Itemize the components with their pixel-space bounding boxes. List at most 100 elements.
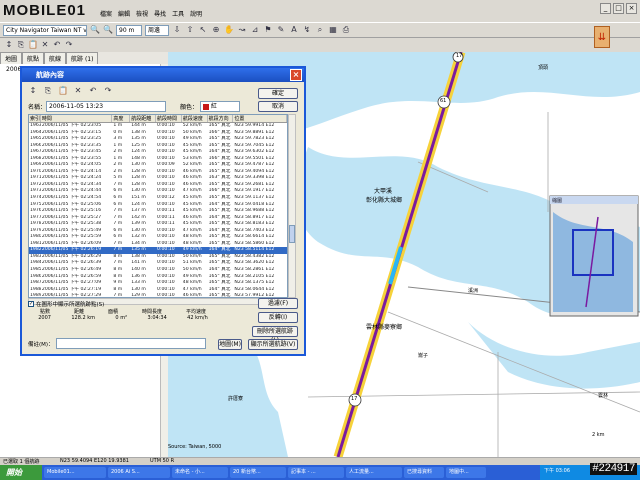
menu-help[interactable]: 說明 — [190, 9, 202, 19]
redo-icon[interactable]: ↷ — [64, 40, 74, 50]
close-icon[interactable]: × — [626, 3, 637, 14]
waypoint-icon[interactable]: ⚑ — [263, 25, 273, 35]
route-icon[interactable]: ↝ — [237, 25, 247, 35]
table-header: 索引 時間 高度 航段距離 航段時間 航段速度 航段方向 位置 — [29, 115, 287, 123]
invert-button[interactable]: 反轉(I) — [258, 312, 298, 323]
column-header[interactable]: 索引 — [29, 115, 41, 122]
map-source: Source: Taiwan, 5000 — [168, 444, 222, 450]
status-right: UTM 50 R — [150, 458, 175, 464]
title-bar: MOBILE01 檔案 編輯 檢視 尋找 工具 說明 _ □ × — [0, 0, 640, 22]
hand-icon[interactable]: ✋ — [224, 25, 234, 35]
map-label: 大甲溪 — [374, 188, 393, 195]
taskbar-item[interactable]: Mobile01... — [44, 467, 106, 478]
column-header[interactable]: 航段速度 — [182, 115, 208, 122]
taskbar-item[interactable]: 地圖中... — [446, 467, 486, 478]
filter-button[interactable]: 過濾(F) — [258, 298, 298, 309]
maximize-button[interactable]: □ — [613, 3, 624, 14]
delete-icon[interactable]: ✕ — [73, 86, 83, 96]
label-icon[interactable]: A — [289, 25, 299, 35]
taskbar-item[interactable]: 未命名 - 小... — [172, 467, 228, 478]
close-icon[interactable]: × — [290, 69, 302, 81]
cancel-button[interactable]: 取消 — [258, 101, 298, 112]
copy-icon[interactable]: ⎘ — [16, 40, 26, 50]
road-label: 17 — [456, 53, 463, 59]
color-select[interactable]: 紅 — [200, 101, 240, 112]
name-label: 名稱： — [28, 104, 47, 111]
taskbar-item[interactable]: 2006 Ai S... — [108, 467, 170, 478]
summary-value: 0 m² — [115, 315, 128, 321]
print-icon[interactable]: ⎙ — [341, 25, 351, 35]
tab-waypoints[interactable]: 航點 — [22, 52, 45, 64]
taskbar-item[interactable]: 人工流量... — [346, 467, 402, 478]
summary-header: 時間長度 — [141, 309, 162, 315]
zoom-out-icon[interactable]: 🔍 — [103, 25, 113, 35]
summary-value: 128.2 km — [71, 315, 96, 321]
map-label: 崙子 — [418, 353, 429, 359]
tab-tracks[interactable]: 航跡 (1) — [66, 52, 99, 64]
copy-icon[interactable]: ⎘ — [43, 86, 53, 96]
scrollbar-thumb[interactable] — [289, 225, 295, 243]
delete-icon[interactable]: ✕ — [40, 40, 50, 50]
undo-icon[interactable]: ↶ — [88, 86, 98, 96]
sidebar-item-track[interactable]: 2006 — [6, 66, 21, 73]
column-header[interactable]: 時間 — [41, 115, 113, 122]
track-icon[interactable]: ✎ — [276, 25, 286, 35]
show-selected-button[interactable]: 顯示所選航跡(V) — [248, 339, 298, 350]
menu-edit[interactable]: 編輯 — [118, 9, 130, 19]
map-label: 頂頭 — [538, 65, 549, 71]
track-properties-dialog: 航跡內容 × ↕ ⎘ 📋 ✕ ↶ ↷ 確定 名稱： 2006-11-05 13:… — [20, 66, 306, 356]
paste-icon[interactable]: 📋 — [58, 86, 68, 96]
measure-icon[interactable]: ⊿ — [250, 25, 260, 35]
inset-titlebar — [550, 196, 638, 204]
delete-selected-button[interactable]: 刪除所選航跡(L) — [252, 326, 298, 344]
column-header[interactable]: 位置 — [233, 115, 287, 122]
menu-file[interactable]: 檔案 — [100, 9, 112, 19]
find-icon[interactable]: ⌕ — [315, 25, 325, 35]
summary-value: 42 km/h — [187, 315, 208, 321]
dialog-toolbar: ↕ ⎘ 📋 ✕ ↶ ↷ — [28, 86, 113, 96]
redo-icon[interactable]: ↷ — [103, 86, 113, 96]
main-toolbar: City Navigator Taiwan NT v3.0 🔍 🔍 90 m 周… — [0, 22, 640, 38]
tab-routes[interactable]: 航線 — [44, 52, 67, 64]
sort-icon[interactable]: ↕ — [28, 86, 38, 96]
menu-find[interactable]: 尋找 — [154, 9, 166, 19]
name-field[interactable]: 2006-11-05 13:23 — [46, 101, 166, 112]
trackpoint-table[interactable]: 索引 時間 高度 航段距離 航段時間 航段速度 航段方向 位置 1963 2006… — [28, 114, 288, 298]
zoom-in-icon[interactable]: 🔍 — [90, 25, 100, 35]
data-type-select[interactable]: 周邊 — [145, 24, 169, 36]
pointer-icon[interactable]: ↖ — [198, 25, 208, 35]
map-button[interactable]: 地圖(M) — [218, 339, 242, 350]
send-icon[interactable]: ⇧ — [185, 25, 195, 35]
minimize-button[interactable]: _ — [600, 3, 611, 14]
show-on-map-checkbox[interactable]: ✓ — [28, 301, 34, 307]
map-label: 雲林縣麥寮鄉 — [366, 324, 403, 331]
taskbar-item[interactable]: 已搜尋資料 — [404, 467, 444, 478]
ok-button[interactable]: 確定 — [258, 88, 298, 99]
paste-icon[interactable]: 📋 — [28, 40, 38, 50]
route-tool-icon[interactable]: ↯ — [302, 25, 312, 35]
table-vertical-scrollbar[interactable] — [288, 114, 296, 298]
start-button[interactable]: 開始 — [0, 465, 42, 480]
color-label: 顏色： — [180, 104, 199, 111]
column-header[interactable]: 航段方向 — [208, 115, 234, 122]
taskbar-item[interactable]: 記事本 - ... — [288, 467, 344, 478]
map-product-select[interactable]: City Navigator Taiwan NT v3.0 — [3, 24, 87, 36]
road-label: 17 — [351, 396, 358, 402]
download-icon[interactable]: ⇊ — [594, 26, 610, 48]
column-header[interactable]: 航段距離 — [130, 115, 157, 122]
receive-icon[interactable]: ⇩ — [172, 25, 182, 35]
column-header[interactable]: 高度 — [112, 115, 131, 122]
menu-tools[interactable]: 工具 — [172, 9, 184, 19]
magnify-icon[interactable]: ⊕ — [211, 25, 221, 35]
sort-icon[interactable]: ↕ — [4, 40, 14, 50]
tab-map[interactable]: 地圖 — [0, 52, 23, 64]
taskbar-item[interactable]: 20 新台幣... — [230, 467, 286, 478]
zoom-select[interactable]: 90 m — [116, 24, 142, 36]
table-body: 1963 2006/11/05 下午 02:23:05 1 m 144 m 0:00:1… — [29, 123, 287, 297]
app-logo: MOBILE01 — [3, 2, 87, 19]
layers-icon[interactable]: ▦ — [328, 25, 338, 35]
undo-icon[interactable]: ↶ — [52, 40, 62, 50]
column-header[interactable]: 航段時間 — [156, 115, 182, 122]
menu-view[interactable]: 檢視 — [136, 9, 148, 19]
notes-field[interactable] — [56, 338, 206, 349]
